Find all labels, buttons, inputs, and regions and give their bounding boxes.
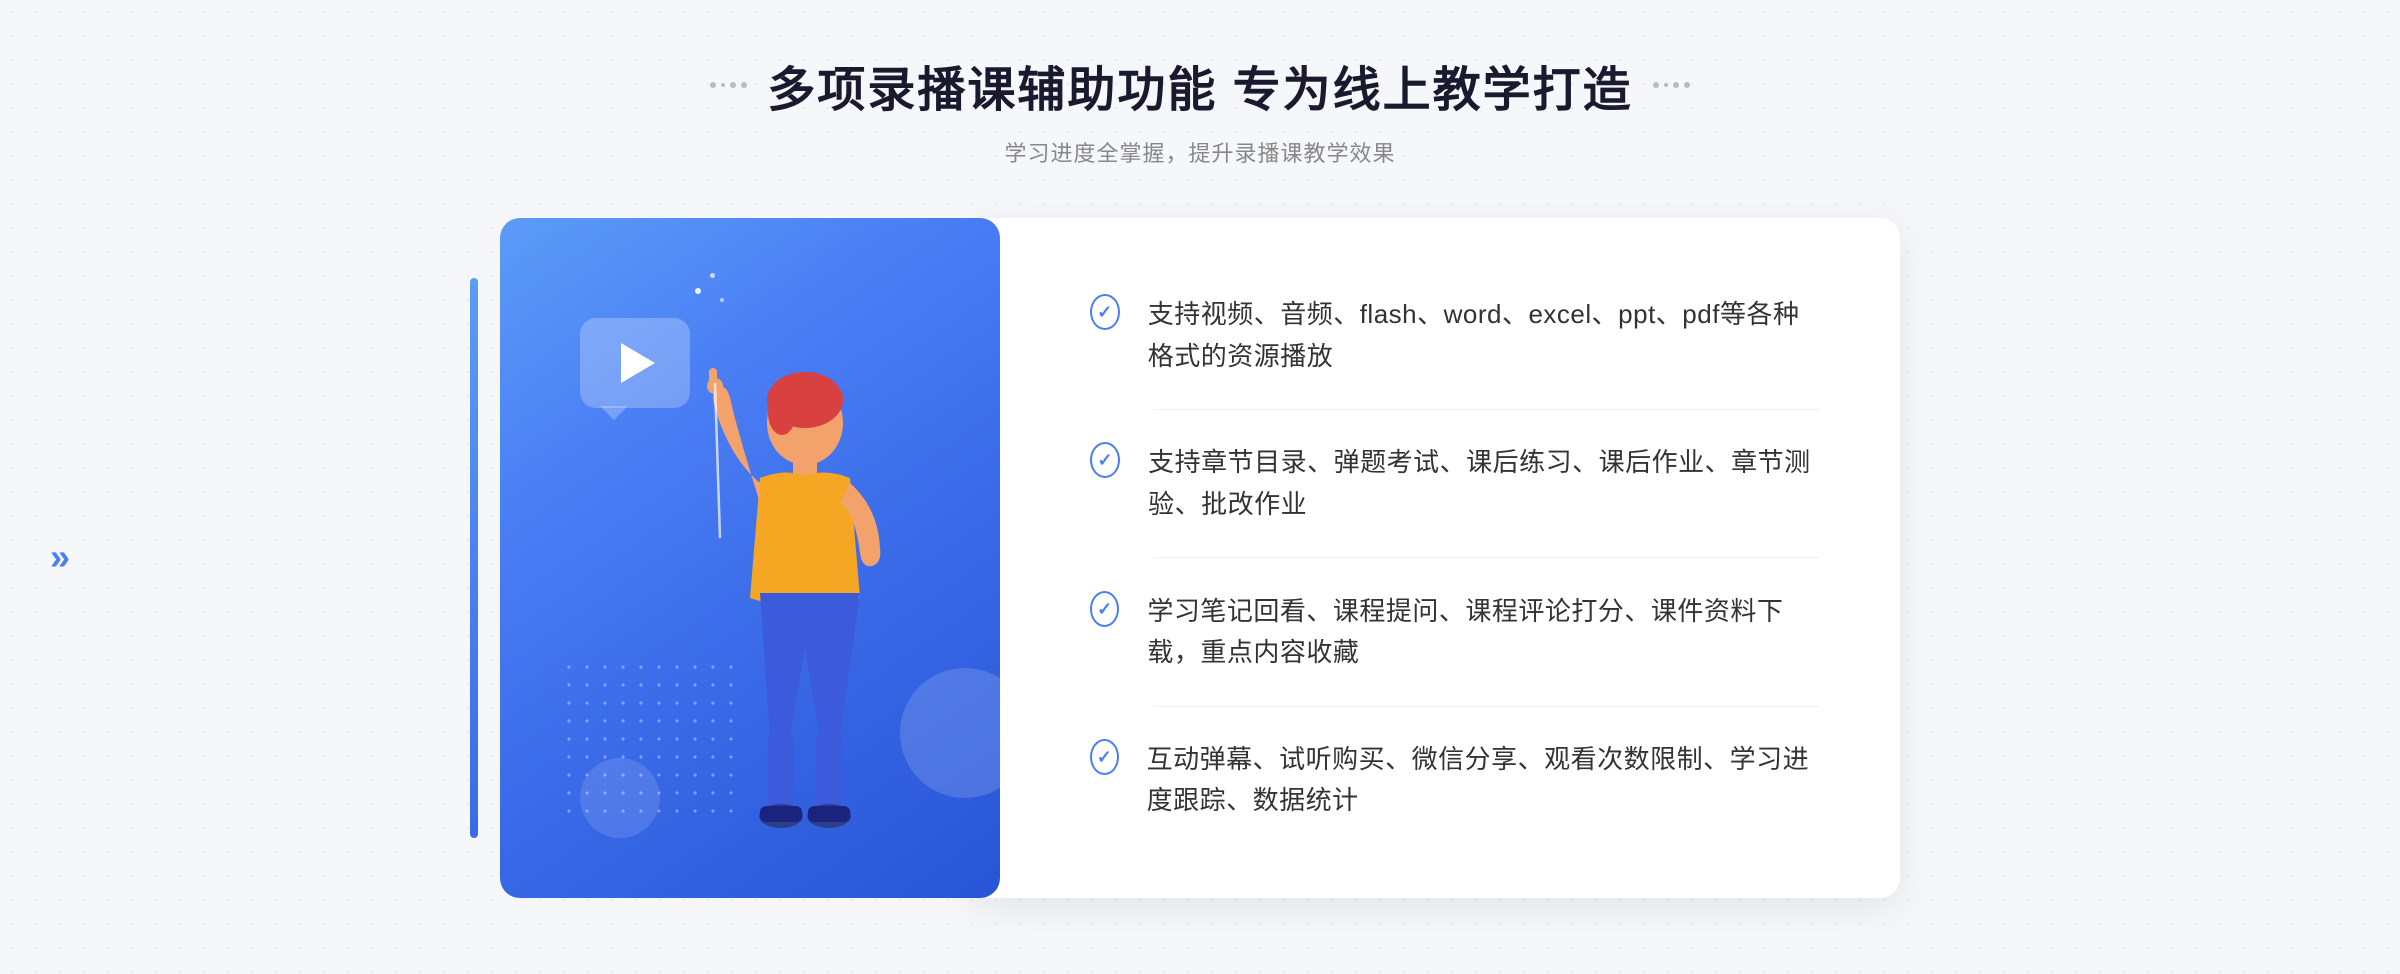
feature-item-2: 支持章节目录、弹题考试、课后练习、课后作业、章节测验、批改作业 bbox=[1090, 442, 1820, 525]
check-icon-1 bbox=[1090, 294, 1120, 330]
feature-text-1: 支持视频、音频、flash、word、excel、ppt、pdf等各种格式的资源… bbox=[1148, 294, 1820, 377]
feature-text-4: 互动弹幕、试听购买、微信分享、观看次数限制、学习进度跟踪、数据统计 bbox=[1147, 739, 1820, 822]
divider-1 bbox=[1154, 409, 1820, 410]
sparkle-dot-2 bbox=[710, 273, 715, 278]
feature-text-2: 支持章节目录、弹题考试、课后练习、课后作业、章节测验、批改作业 bbox=[1148, 442, 1820, 525]
illustration-card bbox=[500, 218, 1000, 898]
sparkle-dot-3 bbox=[720, 298, 724, 302]
dot-3 bbox=[730, 82, 736, 88]
feature-item-3: 学习笔记回看、课程提问、课程评论打分、课件资料下载，重点内容收藏 bbox=[1090, 591, 1820, 674]
sparkle-dot-1 bbox=[695, 288, 701, 294]
feature-item-4: 互动弹幕、试听购买、微信分享、观看次数限制、学习进度跟踪、数据统计 bbox=[1090, 739, 1820, 822]
main-title: 多项录播课辅助功能 专为线上教学打造 bbox=[767, 50, 1632, 120]
page-left-arrows: » bbox=[50, 536, 65, 578]
features-card: 支持视频、音频、flash、word、excel、ppt、pdf等各种格式的资源… bbox=[970, 218, 1900, 898]
dot-8 bbox=[1684, 82, 1690, 88]
check-icon-3 bbox=[1090, 591, 1119, 627]
dot-2 bbox=[721, 83, 725, 87]
check-icon-4 bbox=[1090, 739, 1119, 775]
main-content: 支持视频、音频、flash、word、excel、ppt、pdf等各种格式的资源… bbox=[500, 218, 1900, 898]
header-title-row: 多项录播课辅助功能 专为线上教学打造 bbox=[710, 50, 1689, 120]
dot-5 bbox=[1653, 82, 1659, 88]
header-section: 多项录播课辅助功能 专为线上教学打造 学习进度全掌握，提升录播课教学效果 bbox=[710, 50, 1689, 168]
feature-item-1: 支持视频、音频、flash、word、excel、ppt、pdf等各种格式的资源… bbox=[1090, 294, 1820, 377]
subtitle: 学习进度全掌握，提升录播课教学效果 bbox=[710, 136, 1689, 168]
page-container: » 多项录播课辅助功能 专为线上教学打造 学习进度全掌握，提升录播课教学效果 bbox=[0, 0, 2400, 974]
dot-4 bbox=[741, 82, 747, 88]
gradient-bar bbox=[470, 278, 478, 838]
dot-1 bbox=[710, 82, 716, 88]
check-icon-2 bbox=[1090, 442, 1120, 478]
divider-3 bbox=[1154, 706, 1820, 707]
person-illustration bbox=[630, 338, 930, 898]
person-svg bbox=[630, 338, 930, 898]
dot-6 bbox=[1664, 83, 1668, 87]
divider-2 bbox=[1154, 557, 1820, 558]
header-dots-right bbox=[1653, 82, 1690, 88]
header-dots-left bbox=[710, 82, 747, 88]
dot-7 bbox=[1673, 82, 1679, 88]
feature-text-3: 学习笔记回看、课程提问、课程评论打分、课件资料下载，重点内容收藏 bbox=[1147, 591, 1820, 674]
